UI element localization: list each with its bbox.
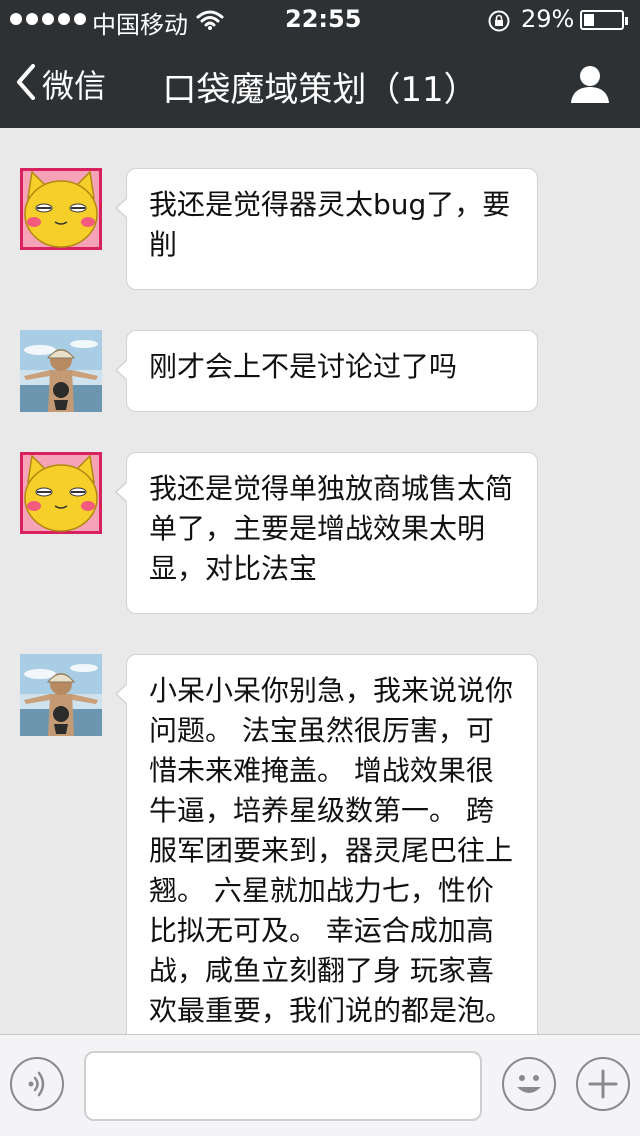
more-button[interactable] (576, 1057, 630, 1111)
carrier-label: 中国移动 (92, 11, 188, 39)
header: 中国移动 22:55 29% 微信 口袋魔域策划（11） (0, 0, 640, 128)
battery-percent: 29% (521, 5, 575, 33)
avatar[interactable] (20, 168, 102, 250)
cat-avatar-icon (20, 168, 102, 250)
status-time: 22:55 (285, 5, 362, 33)
photo-avatar-icon (20, 654, 102, 736)
battery-icon (580, 10, 628, 30)
message-bubble[interactable]: 小呆小呆你别急，我来说说你问题。 法宝虽然很厉害，可惜未来难掩盖。 增战效果很牛… (115, 654, 538, 1034)
photo-avatar-icon (20, 330, 102, 412)
signal-icon (10, 13, 86, 25)
wifi-icon (196, 9, 224, 37)
voice-button[interactable] (10, 1057, 64, 1111)
chat-title: 口袋魔域策划（11） (162, 70, 478, 110)
message-bubble[interactable]: 我还是觉得单独放商城售太简单了，主要是增战效果太明显，对比法宝 (115, 452, 538, 614)
group-info-button[interactable] (568, 62, 612, 106)
person-icon (568, 66, 612, 110)
message-input[interactable] (84, 1051, 482, 1121)
back-button[interactable]: 微信 (16, 60, 106, 108)
avatar[interactable] (20, 330, 102, 412)
message-bubble[interactable]: 我还是觉得器灵太bug了，要削 (115, 168, 538, 290)
message-bubble[interactable]: 刚才会上不是讨论过了吗 (115, 330, 538, 412)
rotation-lock-icon (487, 9, 511, 39)
back-label: 微信 (42, 67, 107, 105)
plus-icon (578, 1069, 628, 1113)
avatar[interactable] (20, 452, 102, 534)
avatar[interactable] (20, 654, 102, 736)
chevron-left-icon (16, 64, 36, 104)
status-bar: 中国移动 22:55 29% (0, 0, 640, 40)
voice-icon (12, 1071, 62, 1113)
input-bar (0, 1034, 640, 1136)
message-list[interactable]: 我还是觉得器灵太bug了，要削 刚才会上不是讨论过了吗 我还是觉得单独放商城售太… (0, 128, 640, 1034)
emoji-button[interactable] (502, 1057, 556, 1111)
nav-bar: 微信 口袋魔域策划（11） (0, 40, 640, 128)
emoji-icon (504, 1075, 554, 1113)
cat-avatar-icon (20, 452, 102, 534)
chat-screen: 中国移动 22:55 29% 微信 口袋魔域策划（11） 我还是觉得器灵太bug… (0, 0, 640, 1136)
